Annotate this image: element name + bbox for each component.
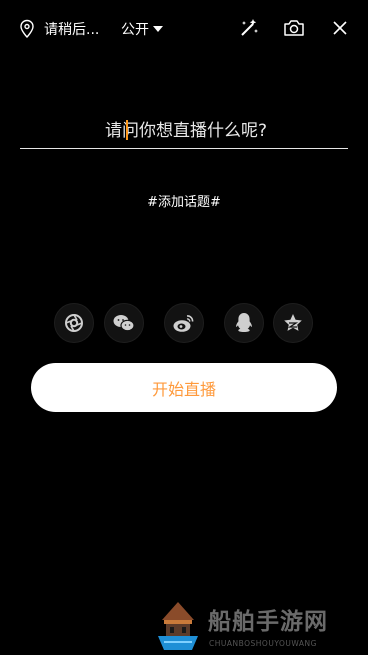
share-weibo-button[interactable] [164,303,204,343]
text-cursor [126,120,128,140]
location-selector[interactable]: 请稍后... [18,18,99,40]
share-qzone-button[interactable] [273,303,313,343]
add-topic-link[interactable]: #添加话题# [0,191,368,210]
wechat-icon [113,315,135,332]
top-bar: 请稍后... 公开 [0,0,368,56]
close-icon [333,21,347,35]
caret-down-icon [153,26,163,32]
share-wechat-button[interactable] [104,303,144,343]
moments-icon [65,314,83,332]
share-moments-button[interactable] [54,303,94,343]
beauty-wand-button[interactable] [237,16,261,40]
qzone-icon [284,314,302,331]
close-button[interactable] [328,16,352,40]
camera-icon [284,20,304,36]
live-title-input[interactable] [20,116,352,146]
watermark-title: 船舶手游网 [208,608,328,635]
site-watermark: 船舶手游网 CHUANBOSHOUYOUWANG [154,598,368,655]
privacy-label: 公开 [121,22,149,38]
magic-wand-icon [241,19,258,36]
location-pin-icon [20,19,34,39]
weibo-icon [173,315,194,332]
location-text: 请稍后... [44,22,100,38]
qq-icon [236,313,252,332]
pagoda-logo-icon [158,602,198,650]
privacy-dropdown[interactable]: 公开 [121,18,163,40]
share-qq-button[interactable] [224,303,264,343]
live-title-field [20,112,352,149]
switch-camera-button[interactable] [282,16,306,40]
start-live-button[interactable]: 开始直播 [31,363,337,412]
watermark-subtitle: CHUANBOSHOUYOUWANG [209,639,317,648]
